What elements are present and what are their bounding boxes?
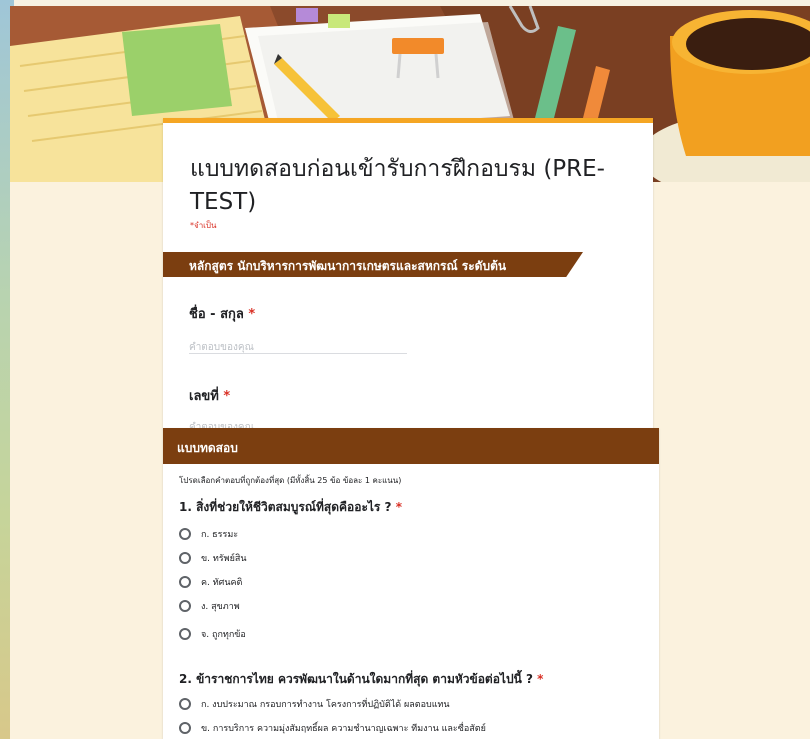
question-2: 2. ข้าราชการไทย ควรพัฒนาในด้านใดมากที่สุ…	[179, 670, 543, 689]
option-label: ข. การบริการ ความมุ่งสัมฤทธิ์ผล ความชำนา…	[201, 724, 486, 734]
q1-option-c[interactable]: ค. ทัศนคติ	[179, 574, 242, 590]
q2-option-b[interactable]: ข. การบริการ ความมุ่งสัมฤทธิ์ผล ความชำนา…	[179, 720, 486, 736]
option-label: ค. ทัศนคติ	[201, 578, 243, 588]
option-label: ง. สุขภาพ	[201, 602, 240, 612]
form-title: แบบทดสอบก่อนเข้ารับการฝึกอบรม (PRE-TEST)	[190, 156, 605, 215]
quiz-section-header: แบบทดสอบ	[163, 428, 659, 464]
radio-button-icon[interactable]	[179, 576, 191, 588]
q1-option-e[interactable]: จ. ถูกทุกข้อ	[179, 626, 246, 642]
required-asterisk: *	[248, 307, 256, 322]
number-field-label-text: เลขที่	[189, 389, 219, 404]
option-label: ข. ทรัพย์สิน	[201, 554, 247, 564]
required-note: *จำเป็น	[190, 221, 217, 230]
section-banner-text: หลักสูตร นักบริหารการพัฒนาการเกษตรและสหก…	[189, 259, 507, 273]
radio-button-icon[interactable]	[179, 698, 191, 710]
option-label: จ. ถูกทุกข้อ	[201, 630, 246, 640]
name-input[interactable]: คำตอบของคุณ	[189, 342, 407, 354]
number-field-label: เลขที่ *	[189, 385, 230, 406]
q1-option-a[interactable]: ก. ธรรมะ	[179, 526, 238, 542]
radio-button-icon[interactable]	[179, 600, 191, 612]
option-label: ก. ธรรมะ	[201, 530, 239, 540]
radio-button-icon[interactable]	[179, 552, 191, 564]
sticky-note-image	[122, 24, 232, 116]
radio-button-icon[interactable]	[179, 628, 191, 640]
q1-option-d[interactable]: ง. สุขภาพ	[179, 598, 240, 614]
option-label: ก. งบประมาณ กรอบการทำงาน โครงการที่ปฏิบั…	[201, 700, 450, 710]
question-2-text: 2. ข้าราชการไทย ควรพัฒนาในด้านใดมากที่สุ…	[179, 672, 533, 686]
quiz-section-title: แบบทดสอบ	[177, 441, 238, 455]
question-1-text: 1. สิ่งที่ช่วยให้ชีวิตสมบูรณ์ที่สุดคืออะ…	[179, 500, 392, 514]
radio-button-icon[interactable]	[179, 722, 191, 734]
required-asterisk: *	[537, 672, 544, 686]
required-asterisk: *	[395, 500, 402, 514]
q1-option-b[interactable]: ข. ทรัพย์สิน	[179, 550, 247, 566]
name-input-placeholder: คำตอบของคุณ	[189, 342, 254, 353]
section-banner: หลักสูตร นักบริหารการพัฒนาการเกษตรและสหก…	[163, 252, 583, 277]
radio-button-icon[interactable]	[179, 528, 191, 540]
question-1: 1. สิ่งที่ช่วยให้ชีวิตสมบูรณ์ที่สุดคืออะ…	[179, 498, 402, 517]
required-asterisk: *	[223, 389, 231, 404]
name-field-label-text: ชื่อ - สกุล	[189, 307, 244, 322]
quiz-instruction: โปรดเลือกคำตอบที่ถูกต้องที่สุด (มีทั้งสิ…	[179, 476, 402, 485]
binder-clip-image	[392, 38, 444, 54]
quiz-section-card: แบบทดสอบ โปรดเลือกคำตอบที่ถูกต้องที่สุด …	[163, 428, 659, 739]
name-field-label: ชื่อ - สกุล *	[189, 303, 255, 324]
q2-option-a[interactable]: ก. งบประมาณ กรอบการทำงาน โครงการที่ปฏิบั…	[179, 696, 450, 712]
